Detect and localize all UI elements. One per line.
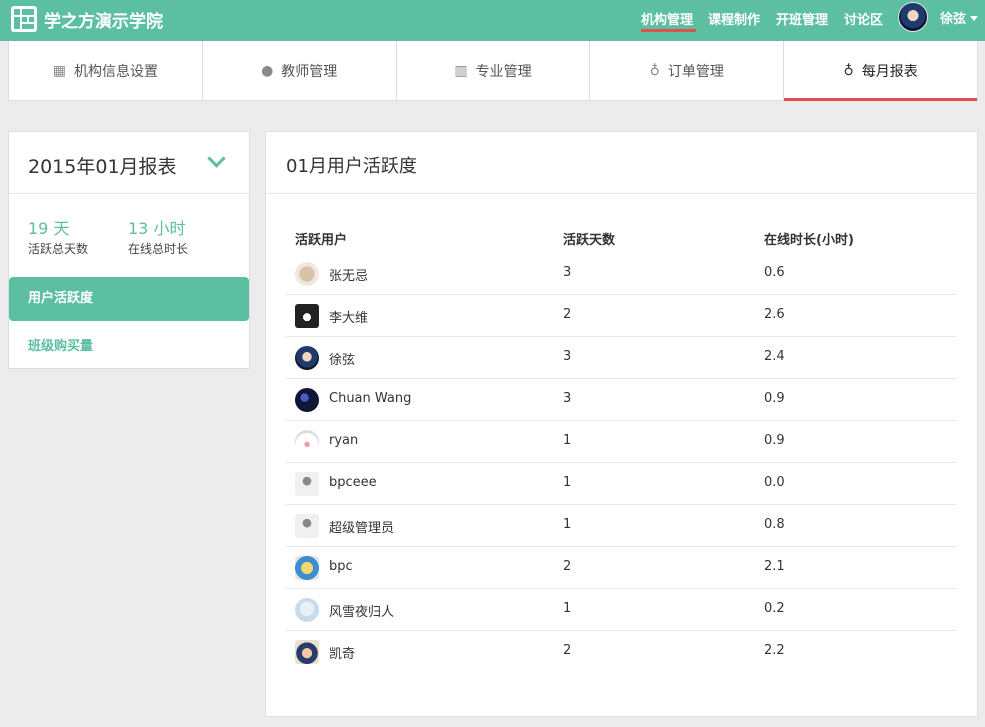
user-icon: ● [261, 62, 274, 79]
admin-tabs: ▦ 机构信息设置 ● 教师管理 ▥ 专业管理 ♁ 订单管理 ♁ 每月报表 [8, 41, 978, 101]
online-hours: 0.6 [764, 265, 785, 280]
report-sidebar: 2015年01月报表 19 天 活跃总天数 13 小时 在线总时长 用户活跃度 … [8, 131, 250, 369]
sidebar-item-user-activity[interactable]: 用户活跃度 [9, 277, 249, 321]
active-days: 3 [563, 265, 572, 280]
active-days: 1 [563, 475, 572, 490]
table-row: 风雪夜归人 1 0.2 [286, 589, 956, 631]
active-days: 2 [563, 643, 572, 658]
user-name: bpc [329, 559, 353, 574]
report-month-title[interactable]: 2015年01月报表 [28, 152, 177, 179]
top-navbar: 学之方演示学院 机构管理 课程制作 开班管理 讨论区 徐弦 [0, 0, 985, 41]
table-row: 张无忌 3 0.6 [286, 253, 956, 295]
logo-icon[interactable] [11, 6, 37, 32]
panel-title: 01月用户活跃度 [286, 156, 417, 177]
user-name: bpceee [329, 475, 377, 490]
active-days: 1 [563, 517, 572, 532]
tab-label: 每月报表 [861, 63, 918, 80]
active-days: 3 [563, 349, 572, 364]
column-header-user: 活跃用户 [295, 233, 348, 248]
tab-label: 机构信息设置 [74, 63, 159, 80]
active-days: 1 [563, 601, 572, 616]
nav-forum[interactable]: 讨论区 [844, 9, 883, 28]
table-row: 李大维 2 2.6 [286, 295, 956, 337]
online-hours: 2.1 [764, 559, 785, 574]
user-name: 超级管理员 [329, 521, 395, 536]
online-hours: 2.4 [764, 349, 785, 364]
user-name: 风雪夜归人 [329, 605, 395, 620]
table-row: ryan 1 0.9 [286, 421, 956, 463]
column-header-hours: 在线时长(小时) [764, 233, 854, 248]
money-bag-icon: ♁ [843, 62, 854, 79]
active-days: 1 [563, 433, 572, 448]
caret-down-icon[interactable] [970, 16, 978, 21]
avatar [295, 472, 319, 496]
online-hours-value: 13 小时 [128, 219, 186, 238]
user-name: ryan [329, 433, 359, 448]
avatar [295, 430, 319, 454]
avatar [295, 304, 319, 328]
tab-majors[interactable]: ▥ 专业管理 [397, 41, 591, 100]
table-row: Chuan Wang 3 0.9 [286, 379, 956, 421]
building-icon: ▦ [52, 62, 67, 79]
user-name: 凯奇 [329, 647, 356, 662]
online-hours: 0.9 [764, 433, 785, 448]
nav-active-indicator [641, 29, 696, 32]
table-row: 超级管理员 1 0.8 [286, 505, 956, 547]
nav-org-manage[interactable]: 机构管理 [641, 9, 693, 28]
table-row: bpceee 1 0.0 [286, 463, 956, 505]
active-days: 2 [563, 559, 572, 574]
avatar [295, 388, 319, 412]
avatar [295, 598, 319, 622]
divider [266, 193, 977, 194]
active-days: 3 [563, 391, 572, 406]
brand-name[interactable]: 学之方演示学院 [44, 7, 163, 32]
nav-course-make[interactable]: 课程制作 [708, 9, 760, 28]
tab-label: 教师管理 [281, 63, 338, 80]
table-row: 徐弦 3 2.4 [286, 337, 956, 379]
online-hours-label: 在线总时长 [128, 242, 189, 256]
online-hours: 2.6 [764, 307, 785, 322]
money-bag-icon: ♁ [649, 62, 660, 79]
tab-teachers[interactable]: ● 教师管理 [203, 41, 397, 100]
sidebar-item-class-purchases[interactable]: 班级购买量 [28, 335, 93, 354]
table-row: bpc 2 2.1 [286, 547, 956, 589]
active-days: 2 [563, 307, 572, 322]
user-activity-panel: 01月用户活跃度 活跃用户 活跃天数 在线时长(小时) 张无忌 3 0.6 李大… [265, 131, 978, 717]
avatar [295, 640, 319, 664]
online-hours: 0.8 [764, 517, 785, 532]
tab-org-info[interactable]: ▦ 机构信息设置 [9, 41, 203, 100]
column-header-days: 活跃天数 [563, 233, 616, 248]
user-name: 张无忌 [329, 269, 369, 284]
avatar [295, 556, 319, 580]
tab-label: 专业管理 [475, 63, 532, 80]
nav-class-manage[interactable]: 开班管理 [776, 9, 828, 28]
active-days-value: 19 天 [28, 219, 70, 238]
user-avatar[interactable] [898, 2, 928, 32]
books-icon: ▥ [454, 62, 468, 79]
chevron-down-icon[interactable] [207, 149, 226, 168]
tab-label: 订单管理 [667, 63, 724, 80]
tab-monthly-report[interactable]: ♁ 每月报表 [784, 41, 977, 101]
user-name: 李大维 [329, 311, 369, 326]
avatar [295, 262, 319, 286]
online-hours: 0.0 [764, 475, 785, 490]
avatar [295, 514, 319, 538]
online-hours: 0.9 [764, 391, 785, 406]
user-name: Chuan Wang [329, 391, 412, 406]
active-days-label: 活跃总天数 [28, 242, 89, 256]
user-name: 徐弦 [329, 353, 356, 368]
user-menu-name[interactable]: 徐弦 [940, 8, 966, 27]
divider [9, 193, 249, 194]
avatar [295, 346, 319, 370]
table-row: 凯奇 2 2.2 [286, 631, 956, 673]
online-hours: 0.2 [764, 601, 785, 616]
tab-orders[interactable]: ♁ 订单管理 [590, 41, 785, 100]
online-hours: 2.2 [764, 643, 785, 658]
